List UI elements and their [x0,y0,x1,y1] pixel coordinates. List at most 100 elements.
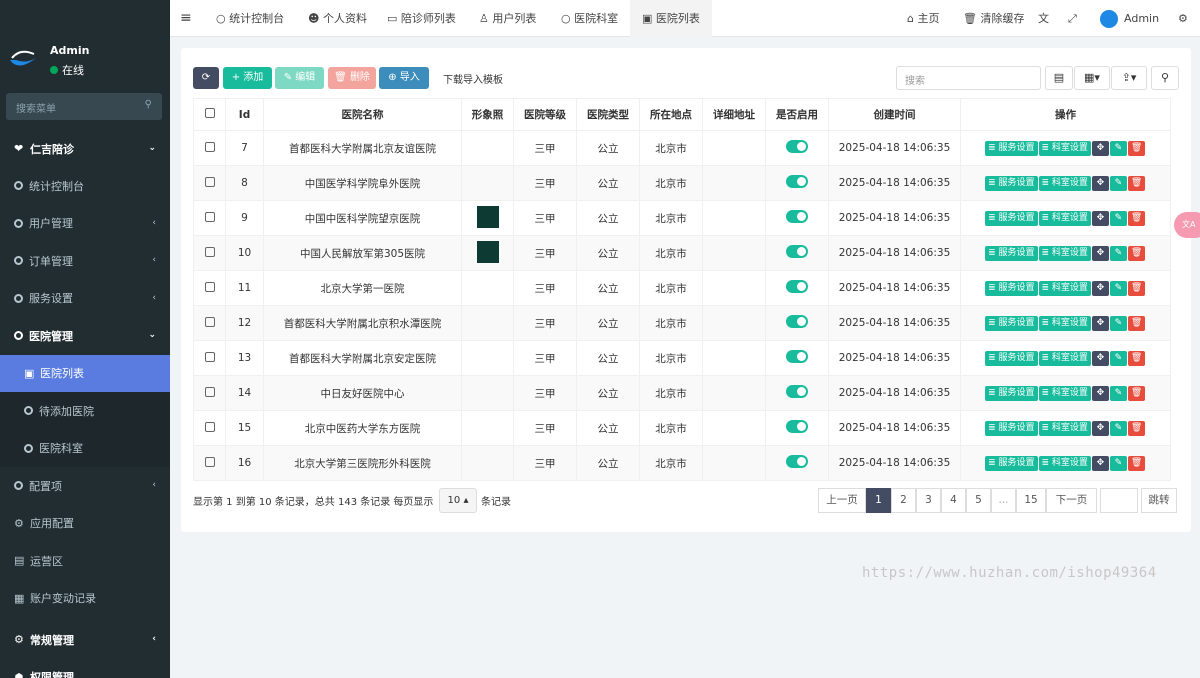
drag-sort-button[interactable]: ✥ [1091,385,1109,401]
drag-sort-button[interactable]: ✥ [1091,350,1109,366]
row-checkbox[interactable] [204,421,215,432]
edit-row-button[interactable]: ✎ [1109,315,1127,331]
edit-row-button[interactable]: ✎ [1109,245,1127,261]
select-all-cell[interactable] [193,98,226,131]
menu-permission[interactable]: ☗ 权限管理 [0,659,170,678]
enabled-toggle[interactable] [786,385,808,398]
drag-sort-button[interactable]: ✥ [1091,140,1109,156]
delete-row-button[interactable]: 🗑 [1127,420,1145,436]
enabled-toggle[interactable] [786,455,808,468]
search-button[interactable]: ⚲ [1151,66,1179,90]
tab-hospital-dept[interactable]: ○ 医院科室 [561,0,618,37]
page-5-button[interactable]: 5 [966,488,991,513]
dept-settings-button[interactable]: ≣ 科室设置 [1038,315,1091,331]
row-select-cell[interactable] [193,375,226,411]
page-size-select[interactable]: 10 ▴ [439,488,477,513]
row-select-cell[interactable] [193,130,226,166]
service-settings-button[interactable]: ≣ 服务设置 [985,280,1038,296]
fullscreen-icon[interactable]: ⤢ [1068,0,1077,37]
tab-user-list[interactable]: ♙ 用户列表 [479,0,536,37]
settings-gear-icon[interactable]: ⚙ [1178,0,1188,37]
import-button[interactable]: ⊕ 导入 [379,67,429,89]
dept-settings-button[interactable]: ≣ 科室设置 [1038,455,1091,471]
dept-settings-button[interactable]: ≣ 科室设置 [1038,420,1091,436]
menu-pending-hospital[interactable]: 待添加医院 [0,392,170,430]
tab-escort-list[interactable]: ▭ 陪诊师列表 [387,0,456,37]
menu-config[interactable]: 配置项 ‹ [0,467,170,505]
toggle-view-button[interactable]: ▤ [1045,66,1073,90]
hospital-photo[interactable] [476,240,499,263]
drag-sort-button[interactable]: ✥ [1091,280,1109,296]
row-select-cell[interactable] [193,340,226,376]
delete-row-button[interactable]: 🗑 [1127,455,1145,471]
menu-dashboard[interactable]: 统计控制台 [0,167,170,205]
menu-hospital-list[interactable]: ▣ 医院列表 [0,354,170,392]
enabled-toggle[interactable] [786,315,808,328]
drag-sort-button[interactable]: ✥ [1091,455,1109,471]
row-checkbox[interactable] [204,141,215,152]
delete-row-button[interactable]: 🗑 [1127,140,1145,156]
menu-user-management[interactable]: 用户管理 ‹ [0,205,170,243]
service-settings-button[interactable]: ≣ 服务设置 [985,315,1038,331]
delete-row-button[interactable]: 🗑 [1127,210,1145,226]
delete-button[interactable]: 🗑 删除 [328,67,376,89]
col-created[interactable]: 创建时间 [828,98,961,131]
columns-button[interactable]: ▦▾ [1074,66,1110,90]
row-checkbox[interactable] [204,281,215,292]
home-link[interactable]: ⌂ 主页 [907,0,939,37]
row-select-cell[interactable] [193,445,226,481]
row-checkbox[interactable] [204,246,215,257]
edit-row-button[interactable]: ✎ [1109,385,1127,401]
service-settings-button[interactable]: ≣ 服务设置 [985,385,1038,401]
hospital-photo[interactable] [476,205,499,228]
row-select-cell[interactable] [193,305,226,341]
menu-hospital-management[interactable]: 医院管理 ⌄ [0,317,170,355]
service-settings-button[interactable]: ≣ 服务设置 [985,140,1038,156]
search-input[interactable]: 搜索 [896,66,1041,90]
language-icon[interactable]: 文 [1038,0,1049,37]
menu-service-settings[interactable]: 服务设置 ‹ [0,280,170,318]
admin-menu[interactable]: Admin [1100,0,1159,37]
enabled-toggle[interactable] [786,350,808,363]
menu-renji[interactable]: ❤ 仁吉陪诊 ⌄ [0,130,170,167]
service-settings-button[interactable]: ≣ 服务设置 [985,175,1038,191]
download-template-link[interactable]: 下载导入模板 [443,71,503,86]
edit-button[interactable]: ✎ 编辑 [275,67,324,89]
enabled-toggle[interactable] [786,245,808,258]
edit-row-button[interactable]: ✎ [1109,455,1127,471]
drag-sort-button[interactable]: ✥ [1091,245,1109,261]
row-checkbox[interactable] [204,316,215,327]
next-page-button[interactable]: 下一页 [1046,488,1097,513]
dept-settings-button[interactable]: ≣ 科室设置 [1038,280,1091,296]
dept-settings-button[interactable]: ≣ 科室设置 [1038,385,1091,401]
edit-row-button[interactable]: ✎ [1109,175,1127,191]
service-settings-button[interactable]: ≣ 服务设置 [985,350,1038,366]
hamburger-icon[interactable]: ≡ [180,0,192,37]
prev-page-button[interactable]: 上一页 [818,488,866,513]
service-settings-button[interactable]: ≣ 服务设置 [985,455,1038,471]
row-checkbox[interactable] [204,176,215,187]
enabled-toggle[interactable] [786,280,808,293]
tab-profile[interactable]: ☻ 个人资料 [308,0,367,37]
row-select-cell[interactable] [193,270,226,306]
menu-app-config[interactable]: ⚙ 应用配置 [0,505,170,543]
delete-row-button[interactable]: 🗑 [1127,245,1145,261]
menu-order-management[interactable]: 订单管理 ‹ [0,242,170,280]
dept-settings-button[interactable]: ≣ 科室设置 [1038,140,1091,156]
page-15-button[interactable]: 15 [1016,488,1046,513]
drag-sort-button[interactable]: ✥ [1091,175,1109,191]
menu-hospital-dept[interactable]: 医院科室 [0,429,170,467]
dept-settings-button[interactable]: ≣ 科室设置 [1038,245,1091,261]
enabled-toggle[interactable] [786,140,808,153]
row-select-cell[interactable] [193,410,226,446]
edit-row-button[interactable]: ✎ [1109,280,1127,296]
page-4-button[interactable]: 4 [941,488,966,513]
service-settings-button[interactable]: ≣ 服务设置 [985,420,1038,436]
menu-account-log[interactable]: ▦ 账户变动记录 [0,580,170,618]
row-select-cell[interactable] [193,165,226,201]
drag-sort-button[interactable]: ✥ [1091,315,1109,331]
col-name[interactable]: 医院名称 [263,98,462,131]
select-all-checkbox[interactable] [204,108,215,118]
menu-operation-area[interactable]: ▤ 运营区 [0,542,170,580]
row-select-cell[interactable] [193,235,226,271]
